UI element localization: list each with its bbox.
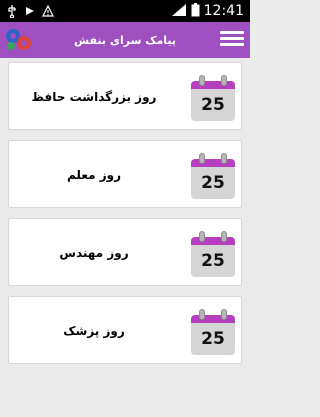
calendar-day: 25 xyxy=(191,89,235,121)
battery-icon xyxy=(191,2,200,21)
calendar-icon: 25 xyxy=(191,153,235,199)
hamburger-menu-icon[interactable] xyxy=(220,28,244,52)
list-item-label: روز پزشک xyxy=(63,324,125,338)
calendar-icon: 25 xyxy=(191,309,235,355)
list-item[interactable]: روز معلم 25 xyxy=(8,140,242,208)
list-item[interactable]: روز مهندس 25 xyxy=(8,218,242,286)
calendar-day: 25 xyxy=(191,167,235,199)
calendar-icon: 25 xyxy=(191,75,235,121)
calendar-day: 25 xyxy=(191,323,235,355)
app-title: پیامک سرای بنفش xyxy=(73,33,177,47)
calendar-icon: 25 xyxy=(191,231,235,277)
list-item-label: روز بزرگداشت حافظ xyxy=(31,90,157,104)
list-item[interactable]: روز پزشک 25 xyxy=(8,296,242,364)
debug-icon xyxy=(24,4,36,18)
app-bar: پیامک سرای بنفش xyxy=(0,22,250,58)
clock-time: 12:41 xyxy=(203,3,244,19)
list-item-label: روز مهندس xyxy=(59,246,129,260)
alert-icon xyxy=(42,4,54,18)
status-bar: 12:41 xyxy=(0,0,250,22)
usb-icon xyxy=(6,4,18,18)
list-item[interactable]: روز بزرگداشت حافظ 25 xyxy=(8,62,242,130)
calendar-day: 25 xyxy=(191,245,235,277)
signal-icon xyxy=(171,2,187,21)
list-item-label: روز معلم xyxy=(67,168,121,182)
